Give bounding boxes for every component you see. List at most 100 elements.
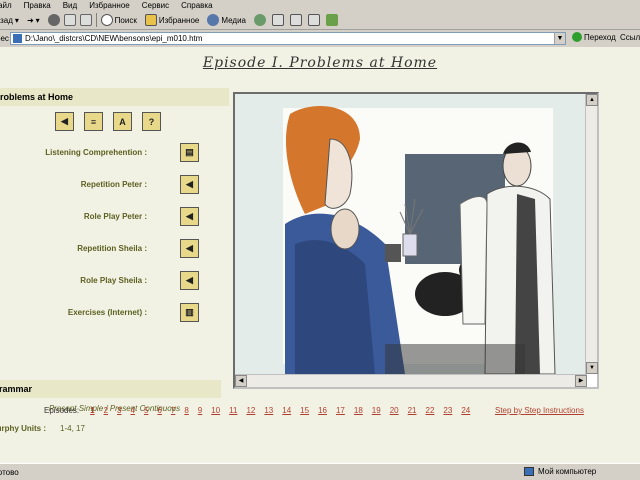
episode-link[interactable]: 23: [443, 406, 452, 415]
toolbar-divider: [95, 13, 97, 27]
help-icon[interactable]: ?: [142, 112, 161, 131]
forward-button[interactable]: ➜ ▾: [27, 16, 40, 25]
scene-illustration: [235, 94, 587, 374]
episode-link[interactable]: 4: [131, 406, 135, 415]
episode-link[interactable]: 7: [171, 406, 175, 415]
go-label: Переход: [584, 32, 616, 42]
episode-link[interactable]: 10: [211, 406, 220, 415]
chevron-down-icon: ▾: [35, 15, 40, 25]
scene-image-frame: ▲ ▼ ◀ ▶: [233, 92, 599, 389]
media-button[interactable]: Медиа: [207, 14, 246, 26]
episode-link[interactable]: 1: [90, 406, 94, 415]
speaker-icon[interactable]: ◀: [55, 112, 74, 131]
episode-link[interactable]: 9: [198, 406, 202, 415]
exercise-icon[interactable]: ▥: [180, 303, 199, 322]
episode-link[interactable]: 11: [229, 406, 237, 415]
activity-row: Repetition Sheila : ◀: [0, 239, 229, 259]
horizontal-scrollbar[interactable]: ◀ ▶: [235, 374, 587, 387]
activity-row: Listening Comprehention : ▤: [0, 143, 229, 163]
listen-icon[interactable]: ▤: [180, 143, 199, 162]
go-icon: [572, 32, 582, 42]
episode-link[interactable]: 17: [336, 406, 345, 415]
scene-illustration-svg: [235, 94, 587, 374]
menu-help[interactable]: Справка: [181, 1, 212, 10]
scroll-up-icon[interactable]: ▲: [586, 94, 598, 106]
activity-row: Exercises (Internet) : ▥: [0, 303, 229, 323]
back-button[interactable]: Назад ▾: [0, 16, 19, 25]
activity-row: Repetition Peter : ◀: [0, 175, 229, 195]
activity-label: Role Play Peter :: [83, 212, 147, 221]
episode-link[interactable]: 21: [408, 406, 417, 415]
episode-link[interactable]: 6: [157, 406, 161, 415]
activity-row: Role Play Peter : ◀: [0, 207, 229, 227]
favorites-button[interactable]: Избранное: [144, 14, 200, 26]
favorites-icon: [144, 14, 157, 26]
web-page: Episode I. Problems at Home Problems at …: [0, 47, 640, 463]
home-icon[interactable]: [79, 14, 92, 26]
episode-link[interactable]: 5: [144, 406, 148, 415]
menu-edit[interactable]: Правка: [24, 1, 51, 10]
episode-link[interactable]: 24: [461, 406, 470, 415]
episode-link[interactable]: 13: [264, 406, 273, 415]
episodes-label: Episodes:: [44, 406, 80, 415]
menu-bar: Файл Правка Вид Избранное Сервис Справка: [0, 0, 640, 11]
edit-icon[interactable]: [308, 14, 320, 26]
status-text: Готово: [0, 468, 19, 477]
activity-label: Exercises (Internet) :: [67, 308, 147, 317]
search-button[interactable]: Поиск: [100, 14, 137, 26]
status-zone-label: Мой компьютер: [538, 467, 597, 476]
menu-view[interactable]: Вид: [63, 1, 77, 10]
page-icon: [13, 34, 22, 43]
episodes-nav: Episodes: 1 2 3 4 5 6 7 8 9 10 11 12 13 …: [44, 406, 470, 415]
scroll-down-icon[interactable]: ▼: [586, 362, 598, 374]
episode-link[interactable]: 19: [372, 406, 381, 415]
episode-link[interactable]: 16: [318, 406, 327, 415]
episode-link[interactable]: 14: [282, 406, 291, 415]
chevron-down-icon: ▾: [14, 15, 19, 25]
section-title: Problems at Home: [0, 88, 229, 106]
menu-file[interactable]: Файл: [0, 1, 12, 10]
activity-label: Repetition Peter :: [80, 180, 147, 189]
episode-link[interactable]: 18: [354, 406, 363, 415]
episode-link[interactable]: 22: [426, 406, 435, 415]
episode-link[interactable]: 15: [300, 406, 309, 415]
search-icon: [100, 14, 113, 26]
discuss-icon[interactable]: [326, 14, 338, 26]
go-button[interactable]: Переход: [572, 32, 616, 42]
stop-icon[interactable]: [47, 14, 60, 26]
episode-link[interactable]: 8: [184, 406, 188, 415]
refresh-icon[interactable]: [63, 14, 76, 26]
back-label: Назад: [0, 15, 13, 25]
step-by-step-link[interactable]: Step by Step Instructions: [495, 406, 584, 415]
address-value: D:\Jano\_distcrs\CD\NEW\bensons\epi_m010…: [25, 34, 203, 43]
history-icon[interactable]: [254, 14, 266, 26]
forward-icon: ➜: [26, 15, 34, 25]
speaker-icon[interactable]: ◀: [180, 239, 199, 258]
grammar-title: Grammar: [0, 380, 221, 398]
episode-link[interactable]: 2: [104, 406, 108, 415]
address-dropdown-icon[interactable]: ▼: [554, 33, 565, 44]
menu-favorites[interactable]: Избранное: [89, 1, 130, 10]
speaker-icon[interactable]: ◀: [180, 175, 199, 194]
activity-row: Role Play Sheila : ◀: [0, 271, 229, 291]
menu-tools[interactable]: Сервис: [142, 1, 169, 10]
episode-link[interactable]: 12: [246, 406, 255, 415]
episode-link[interactable]: 3: [117, 406, 121, 415]
favorites-label: Избранное: [158, 15, 200, 25]
scroll-right-icon[interactable]: ▶: [575, 375, 587, 387]
episode-link[interactable]: 20: [390, 406, 399, 415]
address-input[interactable]: D:\Jano\_distcrs\CD\NEW\bensons\epi_m010…: [10, 32, 566, 45]
text-icon[interactable]: ≡: [84, 112, 103, 131]
speaker-icon[interactable]: ◀: [180, 271, 199, 290]
address-label: Адрес: [0, 34, 9, 43]
print-icon[interactable]: [290, 14, 302, 26]
links-button[interactable]: Ссылки: [620, 33, 640, 42]
speaker-icon[interactable]: ◀: [180, 207, 199, 226]
vertical-scrollbar[interactable]: ▲ ▼: [585, 94, 598, 374]
activity-label: Listening Comprehention :: [45, 148, 147, 157]
activity-label: Role Play Sheila :: [80, 276, 147, 285]
scroll-left-icon[interactable]: ◀: [235, 375, 247, 387]
vocabulary-icon[interactable]: A: [113, 112, 132, 131]
media-icons-row: ◀ ≡ A ?: [55, 112, 229, 131]
mail-icon[interactable]: [272, 14, 284, 26]
